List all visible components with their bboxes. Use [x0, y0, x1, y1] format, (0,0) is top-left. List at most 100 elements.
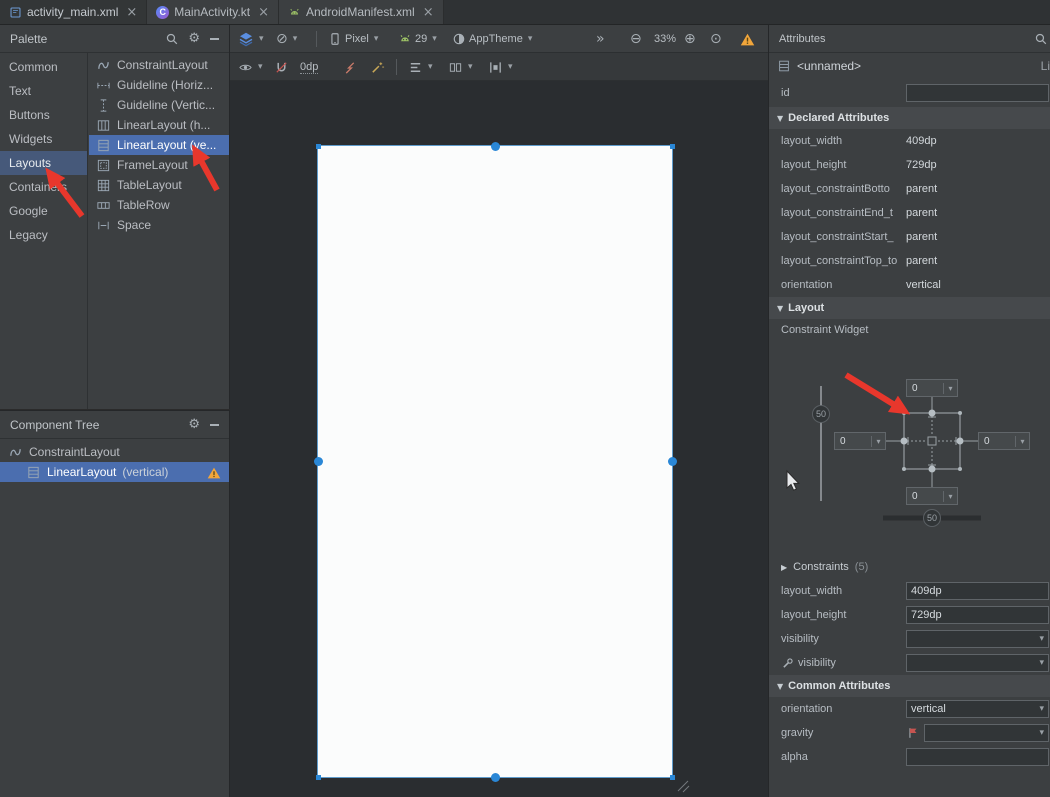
category-common[interactable]: Common	[0, 55, 87, 79]
resize-handle-top-right[interactable]	[670, 144, 675, 149]
toolbar-overflow[interactable]: »	[596, 25, 605, 53]
category-layouts[interactable]: Layouts	[0, 151, 87, 175]
tab-androidmanifest-xml[interactable]: AndroidManifest.xml ×	[279, 0, 444, 24]
resize-handle-bottom-left[interactable]	[316, 775, 321, 780]
zoom-out-icon[interactable]: ⊖	[630, 25, 642, 53]
pack-menu[interactable]: ▾	[448, 53, 473, 81]
section-common-attributes[interactable]: ▼ Common Attributes	[769, 675, 1050, 697]
default-margin-selector[interactable]: 0dp	[300, 53, 318, 81]
attribute-value[interactable]: parent	[906, 231, 937, 243]
tree-item-constraintlayout[interactable]: ConstraintLayout	[0, 442, 229, 462]
horizontal-bias-slider[interactable]: 50	[923, 509, 941, 527]
constraint-anchor-top[interactable]	[491, 142, 500, 151]
alpha-input[interactable]	[906, 748, 1049, 766]
api-level-selector[interactable]: 29 ▾	[398, 25, 437, 53]
palette-item-guideline-vertical[interactable]: Guideline (Vertic...	[89, 95, 229, 115]
layout-width-input[interactable]	[906, 582, 1049, 600]
chevron-down-icon[interactable]: ▾	[871, 436, 885, 447]
tab-mainactivity-kt[interactable]: C MainActivity.kt ×	[147, 0, 279, 24]
margin-bottom-combo[interactable]: 0 ▾	[906, 487, 958, 505]
palette-item-guideline-horizontal[interactable]: Guideline (Horiz...	[89, 75, 229, 95]
attribute-row: visibility ▾	[769, 627, 1050, 651]
attribute-value[interactable]: parent	[906, 255, 937, 267]
close-icon[interactable]: ×	[423, 6, 434, 19]
attribute-value[interactable]: parent	[906, 183, 937, 195]
constraints-group[interactable]: ▶ Constraints (5)	[769, 555, 1050, 579]
search-icon[interactable]	[1034, 32, 1048, 46]
tools-visibility-combo[interactable]: ▾	[906, 654, 1049, 672]
toolbar-divider	[396, 59, 397, 75]
zoom-in-icon[interactable]: ⊕	[684, 25, 696, 53]
design-canvas[interactable]	[230, 81, 768, 797]
id-input[interactable]	[906, 84, 1049, 102]
align-menu[interactable]: ▾	[408, 53, 433, 81]
palette-item-tablelayout[interactable]: TableLayout	[89, 175, 229, 195]
minimize-icon[interactable]	[210, 38, 219, 40]
search-icon[interactable]	[165, 32, 179, 46]
attribute-value[interactable]: 409dp	[906, 135, 937, 147]
category-buttons[interactable]: Buttons	[0, 103, 87, 127]
constraint-anchor-left[interactable]	[314, 457, 323, 466]
attribute-row: layout_width 409dp	[769, 129, 1050, 153]
resize-handle-bottom-right[interactable]	[670, 775, 675, 780]
zoom-level[interactable]: 33%	[654, 25, 676, 53]
flag-icon[interactable]	[906, 726, 920, 740]
margin-right-combo[interactable]: 0 ▾	[978, 432, 1030, 450]
palette-item-tablerow[interactable]: TableRow	[89, 195, 229, 215]
palette-item-space[interactable]: Space	[89, 215, 229, 235]
palette-item-framelayout[interactable]: FrameLayout	[89, 155, 229, 175]
constraint-widget-label: Constraint Widget	[769, 319, 1050, 341]
layout-height-input[interactable]	[906, 606, 1049, 624]
guidelines-menu[interactable]: ▾	[488, 53, 513, 81]
theme-selector[interactable]: AppTheme ▾	[452, 25, 532, 53]
component-name: <unnamed>	[797, 59, 861, 73]
chevron-down-icon[interactable]: ▾	[943, 491, 957, 502]
gravity-combo[interactable]: ▾	[924, 724, 1049, 742]
design-surface-selector[interactable]: ▾	[238, 25, 264, 53]
margin-left-combo[interactable]: 0 ▾	[834, 432, 886, 450]
category-widgets[interactable]: Widgets	[0, 127, 87, 151]
manifest-file-icon	[288, 6, 301, 19]
palette-item-constraintlayout[interactable]: ConstraintLayout	[89, 55, 229, 75]
constraint-anchor-bottom[interactable]	[491, 773, 500, 782]
category-text[interactable]: Text	[0, 79, 87, 103]
tab-activity-main-xml[interactable]: activity_main.xml ×	[0, 0, 147, 24]
attribute-value[interactable]: 729dp	[906, 159, 937, 171]
orientation-combo[interactable]: vertical ▾	[906, 700, 1049, 718]
chevron-down-icon[interactable]: ▾	[943, 383, 957, 394]
attribute-value[interactable]: parent	[906, 207, 937, 219]
constraint-anchor-right[interactable]	[668, 457, 677, 466]
vertical-bias-slider[interactable]: 50	[812, 405, 830, 423]
section-declared-attributes[interactable]: ▼ Declared Attributes	[769, 107, 1050, 129]
attribute-value[interactable]: vertical	[906, 279, 941, 291]
palette-item-linearlayout-horizontal[interactable]: LinearLayout (h...	[89, 115, 229, 135]
autoconnect-button[interactable]	[274, 53, 289, 81]
category-google[interactable]: Google	[0, 199, 87, 223]
chevron-down-icon[interactable]: ▾	[1015, 436, 1029, 447]
margin-top-combo[interactable]: 0 ▾	[906, 379, 958, 397]
canvas-resize-gripper[interactable]	[676, 779, 692, 795]
section-layout[interactable]: ▼ Layout	[769, 297, 1050, 319]
warning-icon[interactable]	[207, 465, 221, 480]
palette-item-linearlayout-vertical[interactable]: LinearLayout (ve...	[89, 135, 229, 155]
warnings-button[interactable]	[740, 25, 755, 53]
visibility-combo[interactable]: ▾	[906, 630, 1049, 648]
infer-constraints-button[interactable]	[370, 53, 385, 81]
gear-icon[interactable]: ⚙	[188, 418, 200, 431]
palette-items: ConstraintLayout Guideline (Horiz... Gui…	[89, 53, 229, 409]
tree-item-linearlayout-vertical[interactable]: LinearLayout(vertical)	[0, 462, 229, 482]
view-options-selector[interactable]: ⊘ ▾	[276, 25, 297, 53]
gear-icon[interactable]: ⚙	[188, 32, 200, 45]
close-icon[interactable]: ×	[258, 6, 269, 19]
device-selector[interactable]: Pixel ▾	[328, 25, 378, 53]
view-options-button[interactable]: ▾	[238, 53, 263, 81]
category-legacy[interactable]: Legacy	[0, 223, 87, 247]
minimize-icon[interactable]	[210, 424, 219, 426]
zoom-to-fit-icon[interactable]: ⊙	[710, 25, 722, 53]
clear-constraints-button[interactable]	[342, 53, 357, 81]
category-containers[interactable]: Containers	[0, 175, 87, 199]
resize-handle-top-left[interactable]	[316, 144, 321, 149]
constraint-widget[interactable]: 0 ▾ 0 ▾ 0 ▾ 0 ▾ 50 50	[769, 341, 1050, 555]
close-icon[interactable]: ×	[126, 6, 137, 19]
device-artboard[interactable]	[318, 146, 672, 777]
